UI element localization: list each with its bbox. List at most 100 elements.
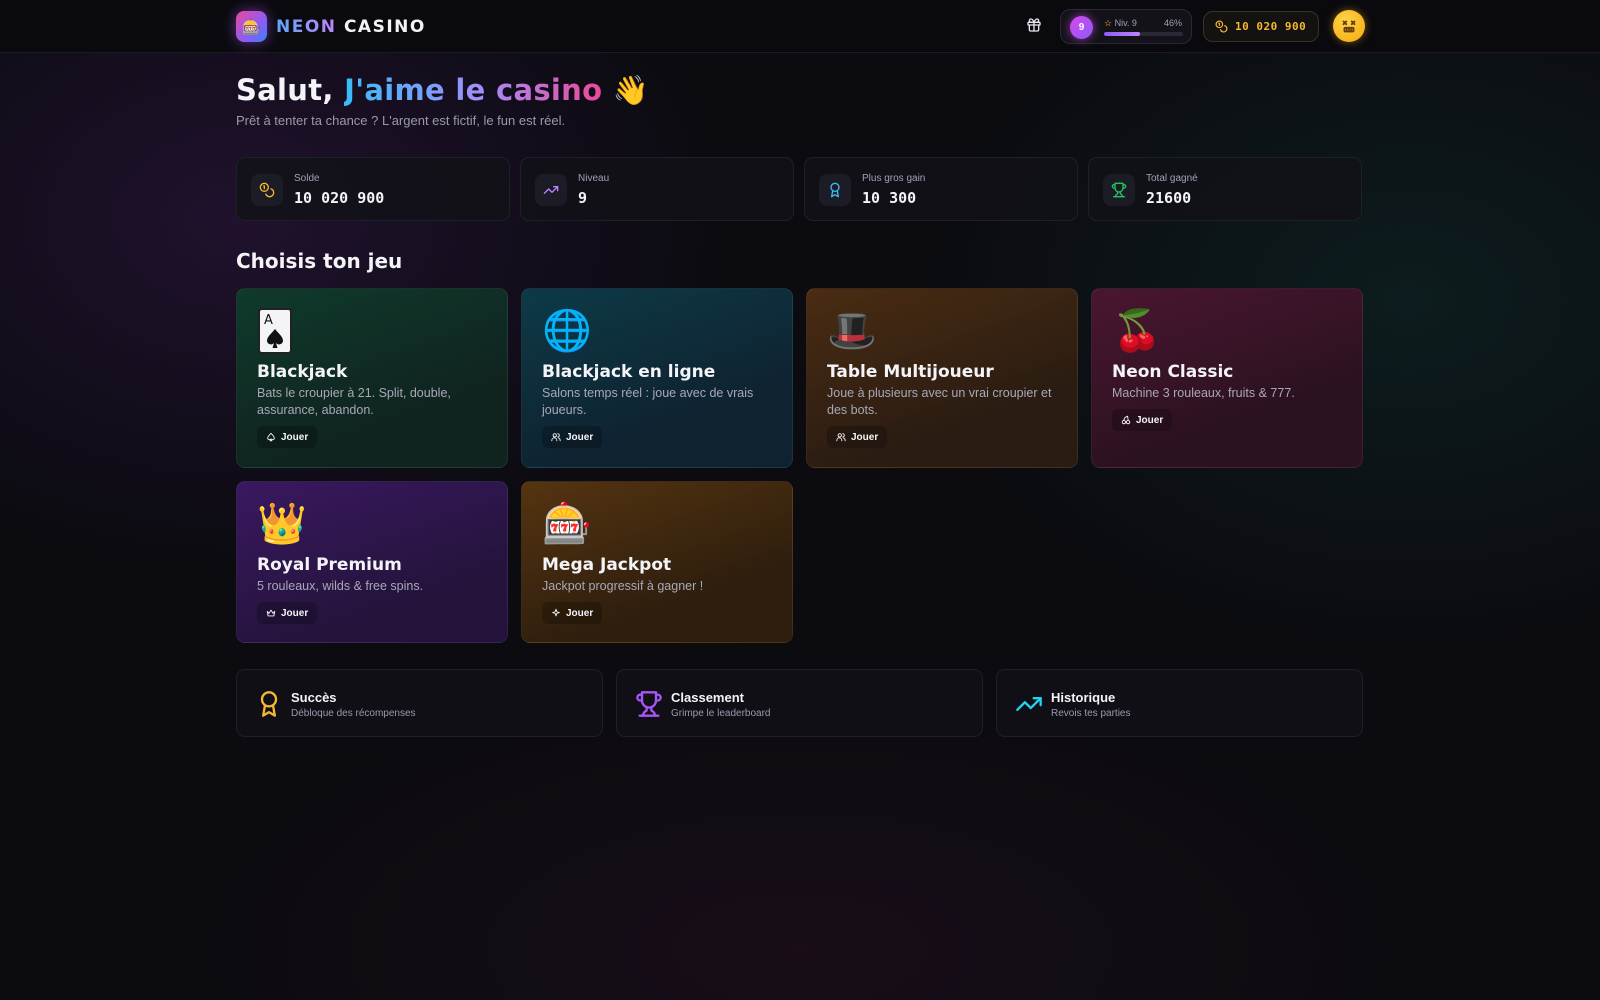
- cherry-icon: 🍒: [1112, 309, 1162, 353]
- link-title: Succès: [291, 690, 337, 705]
- sparkles-icon: [552, 608, 560, 617]
- stat-card-total-won: Total gagné 21600: [1088, 157, 1362, 221]
- play-button-label: Jouer: [566, 431, 594, 443]
- stat-value: 10 300: [862, 189, 917, 207]
- game-title: Table Multijoueur: [827, 362, 994, 382]
- gift-icon[interactable]: [1026, 17, 1042, 33]
- stat-icon-wrap: [1103, 174, 1135, 206]
- play-button[interactable]: Jouer: [827, 426, 888, 448]
- game-description: Salons temps réel : joue avec de vrais j…: [542, 386, 754, 417]
- dizzy-face-avatar: [1342, 20, 1356, 33]
- stat-label: Niveau: [578, 173, 610, 184]
- star-icon: ☆: [1104, 18, 1113, 28]
- game-card-multiplayer-table[interactable]: 🎩 Table Multijoueur Joue à plusieurs ave…: [806, 288, 1078, 468]
- users-icon: [836, 433, 846, 442]
- trophy-icon: [636, 691, 662, 717]
- game-title: Neon Classic: [1112, 362, 1234, 382]
- logo-neon: NEON: [276, 16, 337, 37]
- play-button-label: Jouer: [566, 607, 594, 619]
- game-card-royal-premium[interactable]: 👑 Royal Premium 5 rouleaux, wilds & free…: [236, 481, 508, 643]
- logo-casino: CASINO: [343, 16, 426, 37]
- coins-icon: [1215, 20, 1228, 33]
- award-icon: [260, 691, 278, 717]
- logo-text: NEON CASINO: [276, 17, 426, 37]
- level-progress-fill: [1104, 32, 1141, 36]
- slot-machine-icon: 🎰: [542, 502, 592, 546]
- stat-icon-wrap: [819, 174, 851, 206]
- svg-text:A: A: [264, 313, 273, 328]
- play-button[interactable]: Jouer: [542, 602, 603, 624]
- game-card-blackjack-online[interactable]: 🌐 Blackjack en ligne Salons temps réel :…: [521, 288, 793, 468]
- link-subtitle: Revois tes parties: [1051, 708, 1131, 719]
- link-title: Historique: [1051, 690, 1116, 705]
- game-title: Mega Jackpot: [542, 555, 672, 575]
- globe-icon: 🌐: [542, 309, 592, 353]
- link-subtitle: Grimpe le leaderboard: [671, 708, 771, 719]
- section-title-games: Choisis ton jeu: [236, 249, 403, 273]
- stat-label: Total gagné: [1146, 173, 1198, 184]
- stat-card-level: Niveau 9: [520, 157, 794, 221]
- trophy-icon: [1111, 182, 1127, 198]
- greeting-name: J'aime le casino: [344, 73, 603, 107]
- slot-machine-icon: 🎰: [236, 11, 267, 42]
- history-link[interactable]: Historique Revois tes parties: [996, 669, 1363, 737]
- stat-icon-wrap: [251, 174, 283, 206]
- link-title: Classement: [671, 690, 744, 705]
- waving-hand-icon: 👋: [612, 73, 650, 107]
- game-description: Jackpot progressif à gagner !: [542, 579, 704, 593]
- play-button[interactable]: Jouer: [1112, 409, 1173, 431]
- balance-chip[interactable]: 10 020 900: [1203, 11, 1319, 42]
- game-title: Blackjack en ligne: [542, 362, 716, 382]
- level-label-text: Niv. 9: [1114, 18, 1137, 28]
- game-description: Machine 3 rouleaux, fruits & 777.: [1112, 386, 1295, 400]
- level-badge: 9: [1070, 16, 1093, 39]
- game-title: Blackjack: [257, 362, 348, 382]
- link-subtitle: Débloque des récompenses: [291, 708, 416, 719]
- page-subtitle: Prêt à tenter ta chance ? L'argent est f…: [236, 113, 566, 128]
- cherry-icon: [1121, 415, 1131, 425]
- stat-value: 21600: [1146, 189, 1192, 207]
- spade-icon: [267, 432, 275, 442]
- play-button-label: Jouer: [281, 431, 309, 443]
- greeting-prefix: Salut,: [236, 73, 345, 107]
- playing-card-icon: A: [257, 307, 293, 366]
- trending-up-icon: [543, 186, 559, 194]
- game-title: Royal Premium: [257, 555, 402, 575]
- game-description: Joue à plusieurs avec un vrai croupier e…: [827, 386, 1052, 417]
- crown-icon: [266, 609, 276, 617]
- game-description: Bats le croupier à 21. Split, double, as…: [257, 386, 451, 417]
- achievements-link[interactable]: Succès Débloque des récompenses: [236, 669, 603, 737]
- game-card-neon-classic[interactable]: 🍒 Neon Classic Machine 3 rouleaux, fruit…: [1091, 288, 1363, 468]
- play-button[interactable]: Jouer: [257, 426, 318, 448]
- leaderboard-link[interactable]: Classement Grimpe le leaderboard: [616, 669, 983, 737]
- avatar[interactable]: [1333, 10, 1365, 42]
- play-button[interactable]: Jouer: [257, 602, 318, 624]
- trending-up-icon: [1016, 697, 1042, 711]
- page-title: Salut, J'aime le casino 👋: [236, 73, 649, 108]
- level-progress-bar: [1104, 32, 1183, 36]
- stat-card-biggest-win: Plus gros gain 10 300: [804, 157, 1078, 221]
- coins-icon: [259, 182, 275, 198]
- stat-value: 9: [578, 189, 588, 207]
- stat-label: Solde: [294, 173, 320, 184]
- top-bar: 🎰 NEON CASINO 9 ☆ Niv. 9 46% 10 020 900: [0, 0, 1600, 53]
- level-percent: 46%: [1163, 18, 1182, 28]
- stat-label: Plus gros gain: [862, 173, 926, 184]
- play-button-label: Jouer: [851, 431, 879, 443]
- stat-icon-wrap: [535, 174, 567, 206]
- game-card-mega-jackpot[interactable]: 🎰 Mega Jackpot Jackpot progressif à gagn…: [521, 481, 793, 643]
- play-button-label: Jouer: [281, 607, 309, 619]
- stat-value: 10 020 900: [294, 189, 385, 207]
- level-label: ☆ Niv. 9: [1104, 18, 1137, 29]
- game-card-blackjack[interactable]: A Blackjack Bats le croupier à 21. Split…: [236, 288, 508, 468]
- stat-card-balance: Solde 10 020 900: [236, 157, 510, 221]
- play-button[interactable]: Jouer: [542, 426, 603, 448]
- top-hat-icon: 🎩: [827, 309, 877, 353]
- crown-icon: 👑: [257, 502, 307, 546]
- award-icon: [830, 182, 840, 198]
- balance-value: 10 020 900: [1235, 20, 1307, 33]
- level-indicator[interactable]: 9 ☆ Niv. 9 46%: [1060, 9, 1192, 44]
- play-button-label: Jouer: [1136, 414, 1164, 426]
- users-icon: [551, 433, 561, 442]
- logo[interactable]: 🎰 NEON CASINO: [236, 11, 426, 42]
